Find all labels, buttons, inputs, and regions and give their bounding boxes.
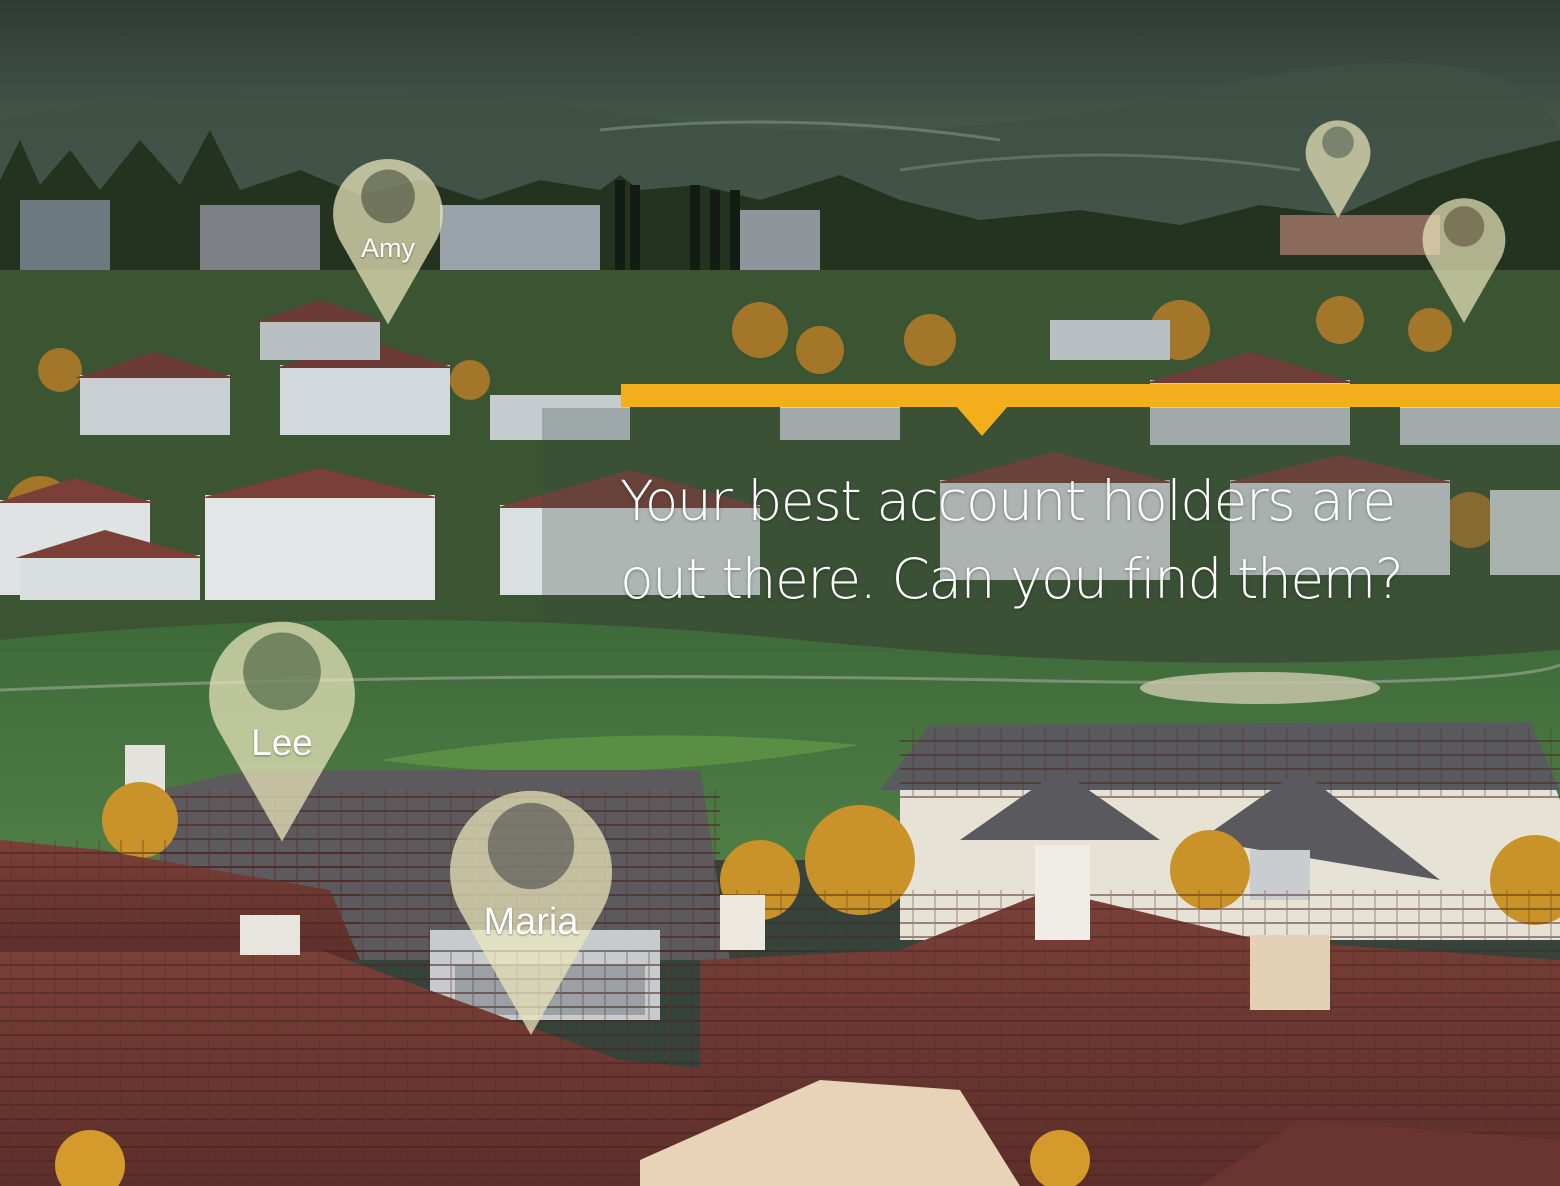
map-pin-unlabeled-2 [1418, 185, 1510, 323]
location-pin-icon [1422, 198, 1506, 323]
headline-line-2: out there. Can you find them? [620, 547, 1404, 611]
pin-label: Lee [251, 722, 313, 763]
map-pin-amy: Amy [327, 141, 449, 325]
pin-label: Maria [483, 901, 579, 943]
location-pin-icon [1305, 120, 1371, 218]
location-pin-icon [209, 621, 355, 842]
map-pin-lee: Lee [201, 598, 363, 842]
pin-label: Amy [361, 233, 415, 263]
headline: Your best account holders are out there.… [620, 462, 1520, 618]
headline-line-1: Your best account holders are [620, 469, 1396, 533]
headline-accent-bar [621, 384, 1560, 407]
headline-accent-pointer [956, 406, 1008, 436]
location-pin-icon [450, 790, 612, 1035]
map-pin-maria: Maria [441, 765, 621, 1035]
map-pin-unlabeled-1 [1302, 110, 1374, 218]
